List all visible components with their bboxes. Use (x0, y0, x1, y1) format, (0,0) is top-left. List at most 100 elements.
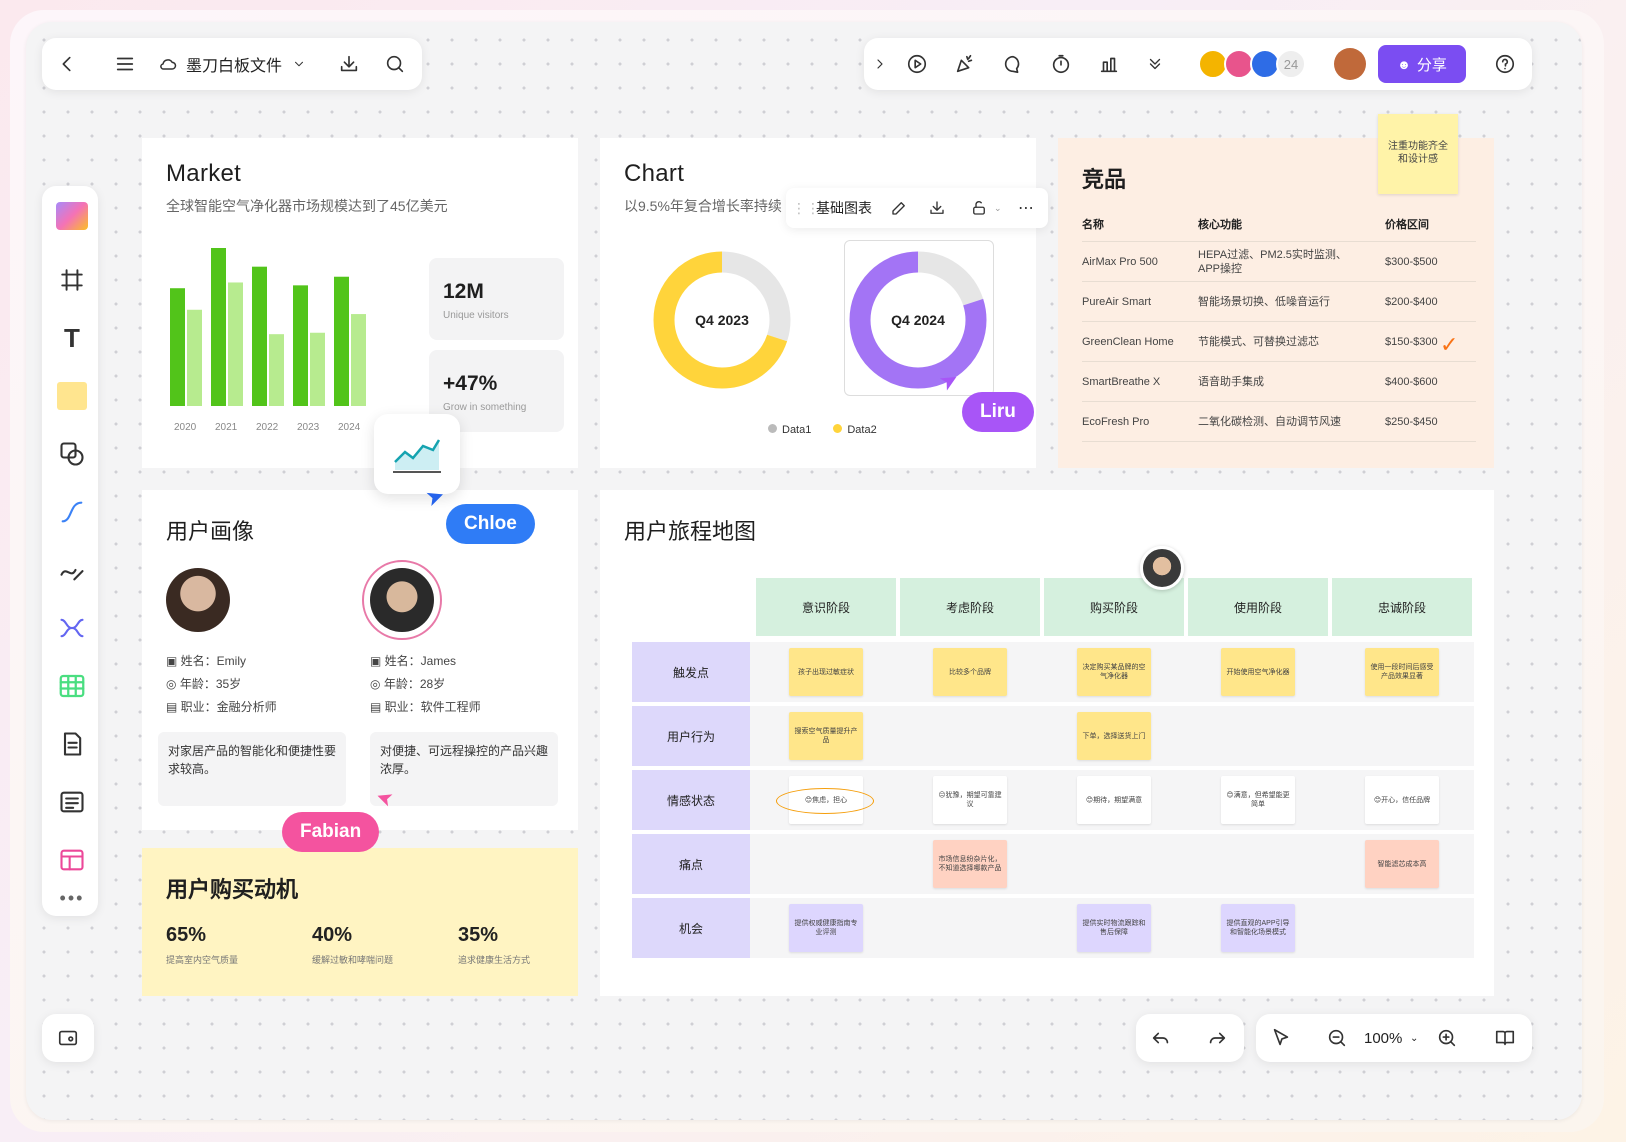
share-button[interactable]: ☻ 分享 (1378, 45, 1466, 83)
edit-icon[interactable] (890, 197, 908, 219)
lock-icon[interactable] (970, 197, 988, 219)
zoom-in-icon[interactable] (1436, 1027, 1458, 1049)
download-icon[interactable] (338, 53, 360, 75)
mindmap-icon (58, 614, 86, 642)
templates-tool[interactable] (52, 196, 92, 236)
connector-tool[interactable] (52, 492, 92, 532)
chevron-down-icon[interactable]: ⌄ (994, 203, 1002, 214)
journey-sticky-note[interactable]: 😐犹豫，期望可靠建议 (933, 776, 1007, 824)
motive-card[interactable]: 用户购买动机 65% 提高室内空气质量 40% 缓解过敏和哮喘问题 35% 追求健康生… (142, 848, 578, 996)
minimap-button[interactable] (42, 1014, 94, 1062)
text-tool[interactable]: T (52, 318, 92, 358)
comment-icon[interactable] (1002, 53, 1024, 75)
more-tools-icon[interactable]: ••• (52, 878, 92, 918)
play-icon[interactable] (906, 53, 928, 75)
journey-sticky-note[interactable]: 提供权威健康指南专业评测 (789, 904, 863, 952)
motive-item: 35% 追求健康生活方式 (458, 924, 531, 965)
frame-tool[interactable] (52, 260, 92, 300)
bar (351, 314, 366, 406)
user-avatar[interactable] (1334, 48, 1366, 80)
bar (334, 276, 349, 406)
redo-icon[interactable] (1206, 1027, 1228, 1049)
table-row[interactable]: AirMax Pro 500 HEPA过滤、PM2.5实时监测、APP操控 $300… (1082, 242, 1476, 282)
zoom-level[interactable]: 100% (1364, 1030, 1402, 1047)
book-icon[interactable] (1494, 1027, 1516, 1049)
journey-sticky-note[interactable]: 提供实时物流跟踪和售后保障 (1077, 904, 1151, 952)
cursor-label-liru: Liru (962, 392, 1034, 432)
journey-sticky-note[interactable]: 提供直观的APP引导和智能化场景模式 (1221, 904, 1295, 952)
table-row[interactable]: GreenClean Home 节能模式、可替换过滤芯 $150-$300 (1082, 322, 1476, 362)
chevron-down-icon[interactable]: ⌄ (1410, 1033, 1418, 1044)
journey-row (632, 834, 1474, 894)
undo-icon[interactable] (1150, 1027, 1172, 1049)
table-cell: 二氧化碳检测、自动调节风速 (1198, 415, 1341, 428)
competitor-title: 竞品 (1082, 167, 1127, 192)
competitor-card[interactable]: 竞品 注重功能齐全和设计感 名称 核心功能 价格区间 AirMax Pro 50… (1058, 114, 1494, 468)
chart-subtitle: 以9.5%年复合增长率持续 (624, 198, 782, 214)
market-card[interactable]: Market 全球智能空气净化器市场规模达到了45亿美元 2020 2021 202… (142, 138, 578, 468)
emily-quote[interactable]: 对家居产品的智能化和便捷性要求较高。 (158, 732, 346, 806)
journey-sticky-note[interactable]: 市场信息纷杂片化，不知道选择哪款产品 (933, 840, 1007, 888)
bar (170, 288, 185, 406)
back-icon[interactable] (56, 53, 78, 75)
shape-tool[interactable] (52, 434, 92, 474)
mindmap-tool[interactable] (52, 608, 92, 648)
whiteboard-canvas[interactable]: 墨刀白板文件 24 ☻ 分享 T ••• Market 全球智能空气净化器市场规… (26, 22, 1582, 1120)
journey-sticky-note[interactable]: 决定购买某品牌的空气净化器 (1077, 648, 1151, 696)
journey-sticky-note[interactable]: 比较多个品牌 (933, 648, 1007, 696)
stage-header: 使用阶段 (1188, 578, 1328, 636)
table-row[interactable]: EcoFresh Pro 二氧化碳检测、自动调节风速 $250-$450 (1082, 402, 1476, 442)
journey-sticky-note[interactable]: 😊满意，但希望能更简单 (1221, 776, 1295, 824)
visitors-value: 12M (443, 280, 484, 303)
motive-item: 65% 提高室内空气质量 (166, 924, 239, 965)
journey-sticky-note[interactable]: 下单，选择送货上门 (1077, 712, 1151, 760)
menu-icon[interactable] (114, 53, 136, 75)
download-icon[interactable] (928, 197, 946, 219)
table-tool[interactable] (52, 666, 92, 706)
journey-card[interactable]: 用户旅程地图 意识阶段 考虑阶段 购买阶段 使用阶段 忠诚阶段 触发点 孩子出现过敏症状 比较… (600, 490, 1494, 996)
zoom-out-icon[interactable] (1326, 1027, 1348, 1049)
journey-sticky-note[interactable]: 😊开心，信任品牌 (1365, 776, 1439, 824)
x-tick-label: 2020 (174, 422, 197, 433)
table-icon (57, 671, 87, 701)
table-cell: $200-$400 (1385, 295, 1438, 308)
chart-type-button[interactable]: 基础图表 (816, 198, 872, 218)
line-chart-widget[interactable] (374, 414, 460, 494)
file-name[interactable]: 墨刀白板文件 (186, 52, 282, 76)
document-tool[interactable] (52, 724, 92, 764)
text-icon: T (64, 322, 80, 353)
james-quote[interactable]: 对便捷、可远程操控的产品兴趣浓厚。 (370, 732, 558, 806)
cloud-synced-icon (158, 53, 178, 75)
timer-icon[interactable] (1050, 53, 1072, 75)
more-icon[interactable]: ⋯ (1018, 198, 1034, 218)
pen-tool[interactable] (52, 550, 92, 590)
journey-sticky-note[interactable]: 孩子出现过敏症状 (789, 648, 863, 696)
bar (293, 285, 308, 406)
table-cell: HEPA过滤、PM2.5实时监测、APP操控 (1198, 248, 1347, 275)
table-row[interactable]: SmartBreathe X 语音助手集成 $400-$600 (1082, 362, 1476, 402)
select-cursor-icon[interactable] (1270, 1027, 1292, 1049)
journey-sticky-note[interactable]: 智能滤芯成本高 (1365, 840, 1439, 888)
table-cell: $250-$450 (1385, 415, 1438, 428)
table-row[interactable]: PureAir Smart 智能场景切换、低噪音运行 $200-$400 (1082, 282, 1476, 322)
chevron-down-icon[interactable] (292, 53, 306, 75)
layout-tool[interactable] (52, 840, 92, 880)
age-field: ◎ 年龄：28岁 (370, 677, 446, 691)
collaborator-count[interactable]: 24 (1276, 49, 1306, 79)
list-tool[interactable] (52, 782, 92, 822)
sticky-note[interactable]: 注重功能齐全和设计感 (1378, 114, 1458, 194)
bar (211, 248, 226, 406)
sticky-note-tool[interactable] (52, 376, 92, 416)
journey-sticky-note[interactable]: 搜索空气质量提升产品 (789, 712, 863, 760)
vote-icon[interactable] (1098, 53, 1120, 75)
celebrate-icon[interactable] (954, 53, 976, 75)
journey-sticky-note[interactable]: 开始使用空气净化器 (1221, 648, 1295, 696)
search-icon[interactable] (384, 53, 406, 75)
legend-dot-icon (768, 424, 777, 433)
pen-icon (58, 556, 86, 584)
double-chevron-down-icon[interactable] (1146, 53, 1164, 75)
journey-sticky-note[interactable]: 😊期待，期望满意 (1077, 776, 1151, 824)
journey-sticky-note[interactable]: 使用一段时间后感受产品效果显著 (1365, 648, 1439, 696)
help-icon[interactable] (1494, 53, 1516, 75)
expand-icon[interactable] (872, 53, 888, 75)
